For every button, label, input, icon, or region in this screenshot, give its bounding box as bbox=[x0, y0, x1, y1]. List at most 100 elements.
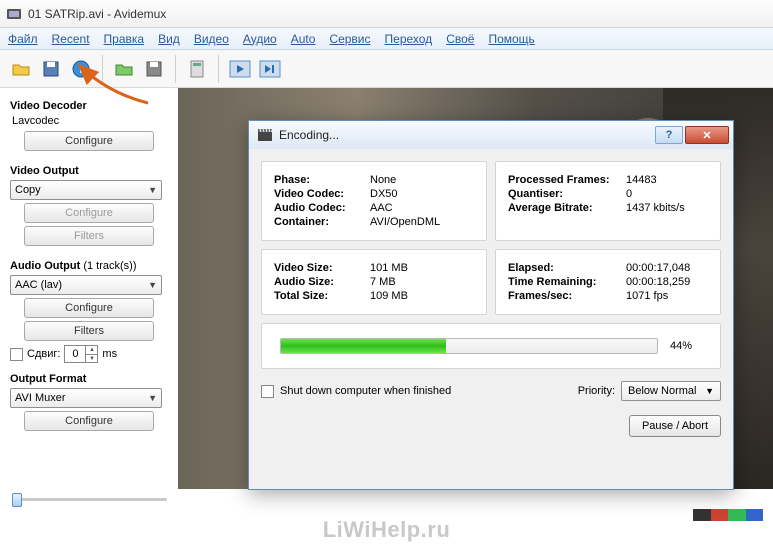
menu-edit[interactable]: Правка bbox=[104, 32, 145, 46]
save-button[interactable] bbox=[38, 56, 64, 82]
vsize-label: Video Size: bbox=[274, 262, 370, 274]
asize-label: Audio Size: bbox=[274, 276, 370, 288]
fps-value: 1071 fps bbox=[626, 290, 708, 302]
shift-spinner[interactable]: 0▲▼ bbox=[64, 345, 98, 363]
video-output-select[interactable]: Copy ▼ bbox=[10, 180, 162, 200]
shutdown-checkbox[interactable] bbox=[261, 385, 274, 398]
progress-percent: 44% bbox=[670, 340, 702, 352]
codec-info-panel: Phase:None Video Codec:DX50 Audio Codec:… bbox=[261, 161, 487, 241]
decoder-configure-button[interactable]: Configure bbox=[24, 131, 154, 151]
watermark: LiWiHelp.ru bbox=[323, 517, 451, 543]
dialog-help-button[interactable]: ? bbox=[655, 126, 683, 144]
menu-recent[interactable]: Recent bbox=[52, 32, 90, 46]
clapperboard-icon bbox=[257, 127, 273, 143]
tsize-label: Total Size: bbox=[274, 290, 370, 302]
size-info-panel: Video Size:101 MB Audio Size:7 MB Total … bbox=[261, 249, 487, 315]
elapsed-label: Elapsed: bbox=[508, 262, 626, 274]
priority-label: Priority: bbox=[578, 385, 615, 397]
menu-file[interactable]: Файл bbox=[8, 32, 38, 46]
video-decoder-head: Video Decoder bbox=[10, 100, 168, 112]
info-button[interactable]: i bbox=[68, 56, 94, 82]
progress-bar bbox=[280, 338, 658, 354]
asize-value: 7 MB bbox=[370, 276, 474, 288]
dialog-close-button[interactable]: ✕ bbox=[685, 126, 729, 144]
vcodec-label: Video Codec: bbox=[274, 188, 370, 200]
play-next-button[interactable] bbox=[257, 56, 283, 82]
acodec-value: AAC bbox=[370, 202, 474, 214]
video-output-configure-button: Configure bbox=[24, 203, 154, 223]
chevron-down-icon: ▼ bbox=[148, 185, 157, 195]
toolbar: i bbox=[0, 50, 773, 88]
output-format-select[interactable]: AVI Muxer ▼ bbox=[10, 388, 162, 408]
svg-text:i: i bbox=[79, 64, 82, 76]
color-strip bbox=[693, 509, 763, 521]
menu-auto[interactable]: Auto bbox=[291, 32, 316, 46]
menubar: Файл Recent Правка Вид Видео Аудио Auto … bbox=[0, 28, 773, 50]
open-folder2-button[interactable] bbox=[111, 56, 137, 82]
remain-label: Time Remaining: bbox=[508, 276, 626, 288]
window-titlebar: 01 SATRip.avi - Avidemux bbox=[0, 0, 773, 28]
acodec-label: Audio Codec: bbox=[274, 202, 370, 214]
priority-value: Below Normal bbox=[628, 385, 696, 397]
calculator-button[interactable] bbox=[184, 56, 210, 82]
output-format-configure-button[interactable]: Configure bbox=[24, 411, 154, 431]
output-format-value: AVI Muxer bbox=[15, 392, 66, 404]
menu-custom[interactable]: Своё bbox=[446, 32, 474, 46]
abitrate-value: 1437 kbits/s bbox=[626, 202, 708, 214]
audio-output-filters-button[interactable]: Filters bbox=[24, 321, 154, 341]
time-info-panel: Elapsed:00:00:17,048 Time Remaining:00:0… bbox=[495, 249, 721, 315]
phase-label: Phase: bbox=[274, 174, 370, 186]
left-panel: Video Decoder Lavcodec Configure Video O… bbox=[0, 88, 178, 440]
quant-label: Quantiser: bbox=[508, 188, 626, 200]
audio-output-select[interactable]: AAC (lav) ▼ bbox=[10, 275, 162, 295]
container-value: AVI/OpenDML bbox=[370, 216, 474, 228]
shift-unit: ms bbox=[102, 348, 117, 360]
encoding-dialog: Encoding... ? ✕ Phase:None Video Codec:D… bbox=[248, 120, 734, 490]
window-title: 01 SATRip.avi - Avidemux bbox=[28, 7, 166, 21]
play-button[interactable] bbox=[227, 56, 253, 82]
pause-abort-button[interactable]: Pause / Abort bbox=[629, 415, 721, 437]
save2-button[interactable] bbox=[141, 56, 167, 82]
progress-panel: 44% bbox=[261, 323, 721, 369]
priority-select[interactable]: Below Normal ▼ bbox=[621, 381, 721, 401]
menu-go[interactable]: Переход bbox=[385, 32, 433, 46]
chevron-down-icon: ▼ bbox=[148, 393, 157, 403]
audio-output-head: Audio Output (1 track(s)) bbox=[10, 260, 168, 272]
vsize-value: 101 MB bbox=[370, 262, 474, 274]
abitrate-label: Average Bitrate: bbox=[508, 202, 626, 214]
menu-tools[interactable]: Сервис bbox=[329, 32, 370, 46]
video-decoder-name: Lavcodec bbox=[12, 115, 168, 127]
pframes-value: 14483 bbox=[626, 174, 708, 186]
shift-checkbox[interactable] bbox=[10, 348, 23, 361]
elapsed-value: 00:00:17,048 bbox=[626, 262, 708, 274]
chevron-down-icon: ▼ bbox=[148, 280, 157, 290]
output-format-head: Output Format bbox=[10, 373, 168, 385]
shutdown-label: Shut down computer when finished bbox=[280, 385, 451, 397]
dialog-titlebar: Encoding... ? ✕ bbox=[249, 121, 733, 149]
timeline-slider[interactable] bbox=[12, 491, 167, 507]
phase-value: None bbox=[370, 174, 474, 186]
audio-output-configure-button[interactable]: Configure bbox=[24, 298, 154, 318]
audio-output-value: AAC (lav) bbox=[15, 279, 62, 291]
menu-view[interactable]: Вид bbox=[158, 32, 180, 46]
pframes-label: Processed Frames: bbox=[508, 174, 626, 186]
remain-value: 00:00:18,259 bbox=[626, 276, 708, 288]
shift-label: Сдвиг: bbox=[27, 348, 60, 360]
tsize-value: 109 MB bbox=[370, 290, 474, 302]
video-output-head: Video Output bbox=[10, 165, 168, 177]
vcodec-value: DX50 bbox=[370, 188, 474, 200]
video-output-value: Copy bbox=[15, 184, 41, 196]
app-icon bbox=[6, 6, 22, 22]
quant-value: 0 bbox=[626, 188, 708, 200]
frame-info-panel: Processed Frames:14483 Quantiser:0 Avera… bbox=[495, 161, 721, 241]
menu-audio[interactable]: Аудио bbox=[243, 32, 277, 46]
menu-help[interactable]: Помощь bbox=[488, 32, 534, 46]
video-output-filters-button: Filters bbox=[24, 226, 154, 246]
shift-value: 0 bbox=[65, 346, 85, 362]
open-button[interactable] bbox=[8, 56, 34, 82]
chevron-down-icon: ▼ bbox=[705, 386, 714, 396]
fps-label: Frames/sec: bbox=[508, 290, 626, 302]
container-label: Container: bbox=[274, 216, 370, 228]
dialog-title: Encoding... bbox=[279, 128, 339, 142]
menu-video[interactable]: Видео bbox=[194, 32, 229, 46]
